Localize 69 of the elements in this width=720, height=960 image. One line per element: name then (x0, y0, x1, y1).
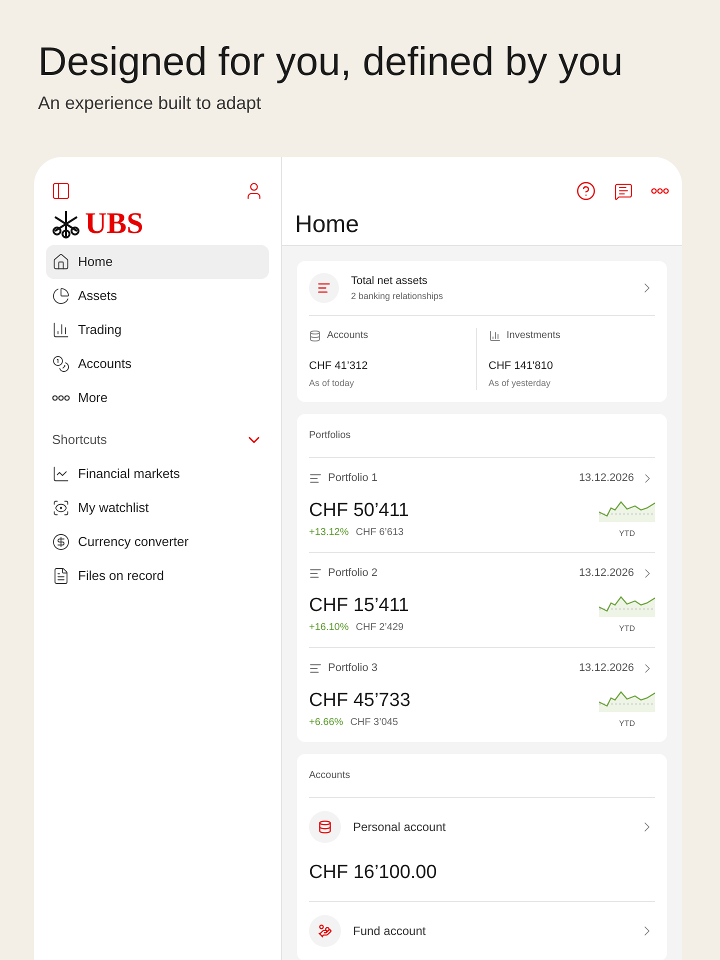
logo-wordmark: UBS (85, 209, 144, 239)
card-title: Total net assets (351, 274, 428, 289)
bars-icon (309, 566, 322, 580)
portfolio-date: 13.12.2026 (578, 661, 634, 676)
pie-chart-icon (52, 287, 70, 305)
shortcut-item[interactable]: Currency converter (46, 525, 269, 559)
bars-icon (317, 281, 331, 295)
page-title: Home (295, 210, 360, 240)
chat-icon[interactable] (614, 182, 633, 200)
percent-change: +13.12% (309, 526, 349, 540)
shortcuts-header[interactable]: Shortcuts (46, 423, 269, 457)
sparkline-drawing (599, 500, 655, 522)
gain-amount: CHF 3’045 (350, 716, 398, 730)
document-icon (52, 567, 70, 585)
nav-item[interactable]: Accounts (46, 347, 269, 381)
help-icon[interactable] (576, 181, 596, 201)
period-label: YTD (619, 528, 635, 540)
hand-coins-icon (318, 924, 332, 938)
percent-change: +6.66% (309, 716, 344, 730)
nav-item[interactable]: Home (46, 245, 269, 279)
shortcut-item[interactable]: My watchlist (46, 491, 269, 525)
portfolio-value: CHF 50’411 (309, 498, 409, 522)
account-balance: CHF 16’100.00 (309, 861, 438, 885)
account-name: Personal account (353, 819, 447, 836)
shortcut-item[interactable]: Files on record (46, 559, 269, 593)
bar-chart-icon (52, 321, 70, 339)
percent-change: +16.10% (309, 621, 349, 635)
amount: CHF 141'810 (488, 359, 554, 374)
sparkline-drawing (599, 690, 655, 712)
portfolio-value: CHF 45’733 (309, 688, 410, 712)
nav-item[interactable]: More (46, 381, 269, 415)
shortcut-item[interactable]: Financial markets (46, 457, 269, 491)
nav-item[interactable]: Assets (46, 279, 269, 313)
database-icon (309, 330, 321, 342)
portfolio-name: Portfolio 3 (328, 661, 379, 676)
amount-note: As of yesterday (488, 376, 552, 390)
headline: Designed for you, defined by you (38, 39, 624, 86)
account-name: Fund account (353, 922, 427, 940)
eye-icon (52, 499, 70, 517)
bar-chart-icon (488, 330, 500, 342)
card-heading: Accounts (309, 754, 655, 798)
nav-item[interactable]: Trading (46, 313, 269, 347)
gain-amount: CHF 6’613 (356, 526, 404, 540)
amount: CHF 41’312 (309, 359, 369, 374)
bars-icon (309, 472, 322, 485)
sidebar-toggle-icon[interactable] (51, 181, 71, 201)
portfolio-value: CHF 15’411 (309, 594, 409, 618)
period-label: YTD (619, 718, 635, 730)
card-subtitle: 2 banking relationships (351, 290, 444, 303)
currency-icon (52, 533, 70, 551)
column-label: Investments (506, 329, 560, 343)
bars-icon (309, 662, 322, 675)
period-label: YTD (619, 623, 635, 635)
column-label: Accounts (327, 329, 368, 343)
more-options-icon[interactable] (651, 188, 669, 194)
house-icon (52, 253, 70, 271)
sparkline-drawing (599, 595, 655, 617)
amount-note: As of today (309, 376, 356, 390)
coins-icon (52, 355, 70, 373)
portfolio-date: 13.12.2026 (578, 566, 634, 581)
subheadline: An experience built to adapt (38, 92, 262, 115)
gain-amount: CHF 2’429 (356, 621, 404, 635)
more-icon (52, 395, 70, 401)
portfolio-date: 13.12.2026 (578, 471, 634, 486)
portfolio-name: Portfolio 1 (328, 471, 379, 486)
line-chart-icon (52, 465, 70, 483)
portfolio-name: Portfolio 2 (328, 566, 379, 581)
coins-stack-icon (318, 820, 332, 834)
card-heading: Portfolios (309, 414, 655, 458)
